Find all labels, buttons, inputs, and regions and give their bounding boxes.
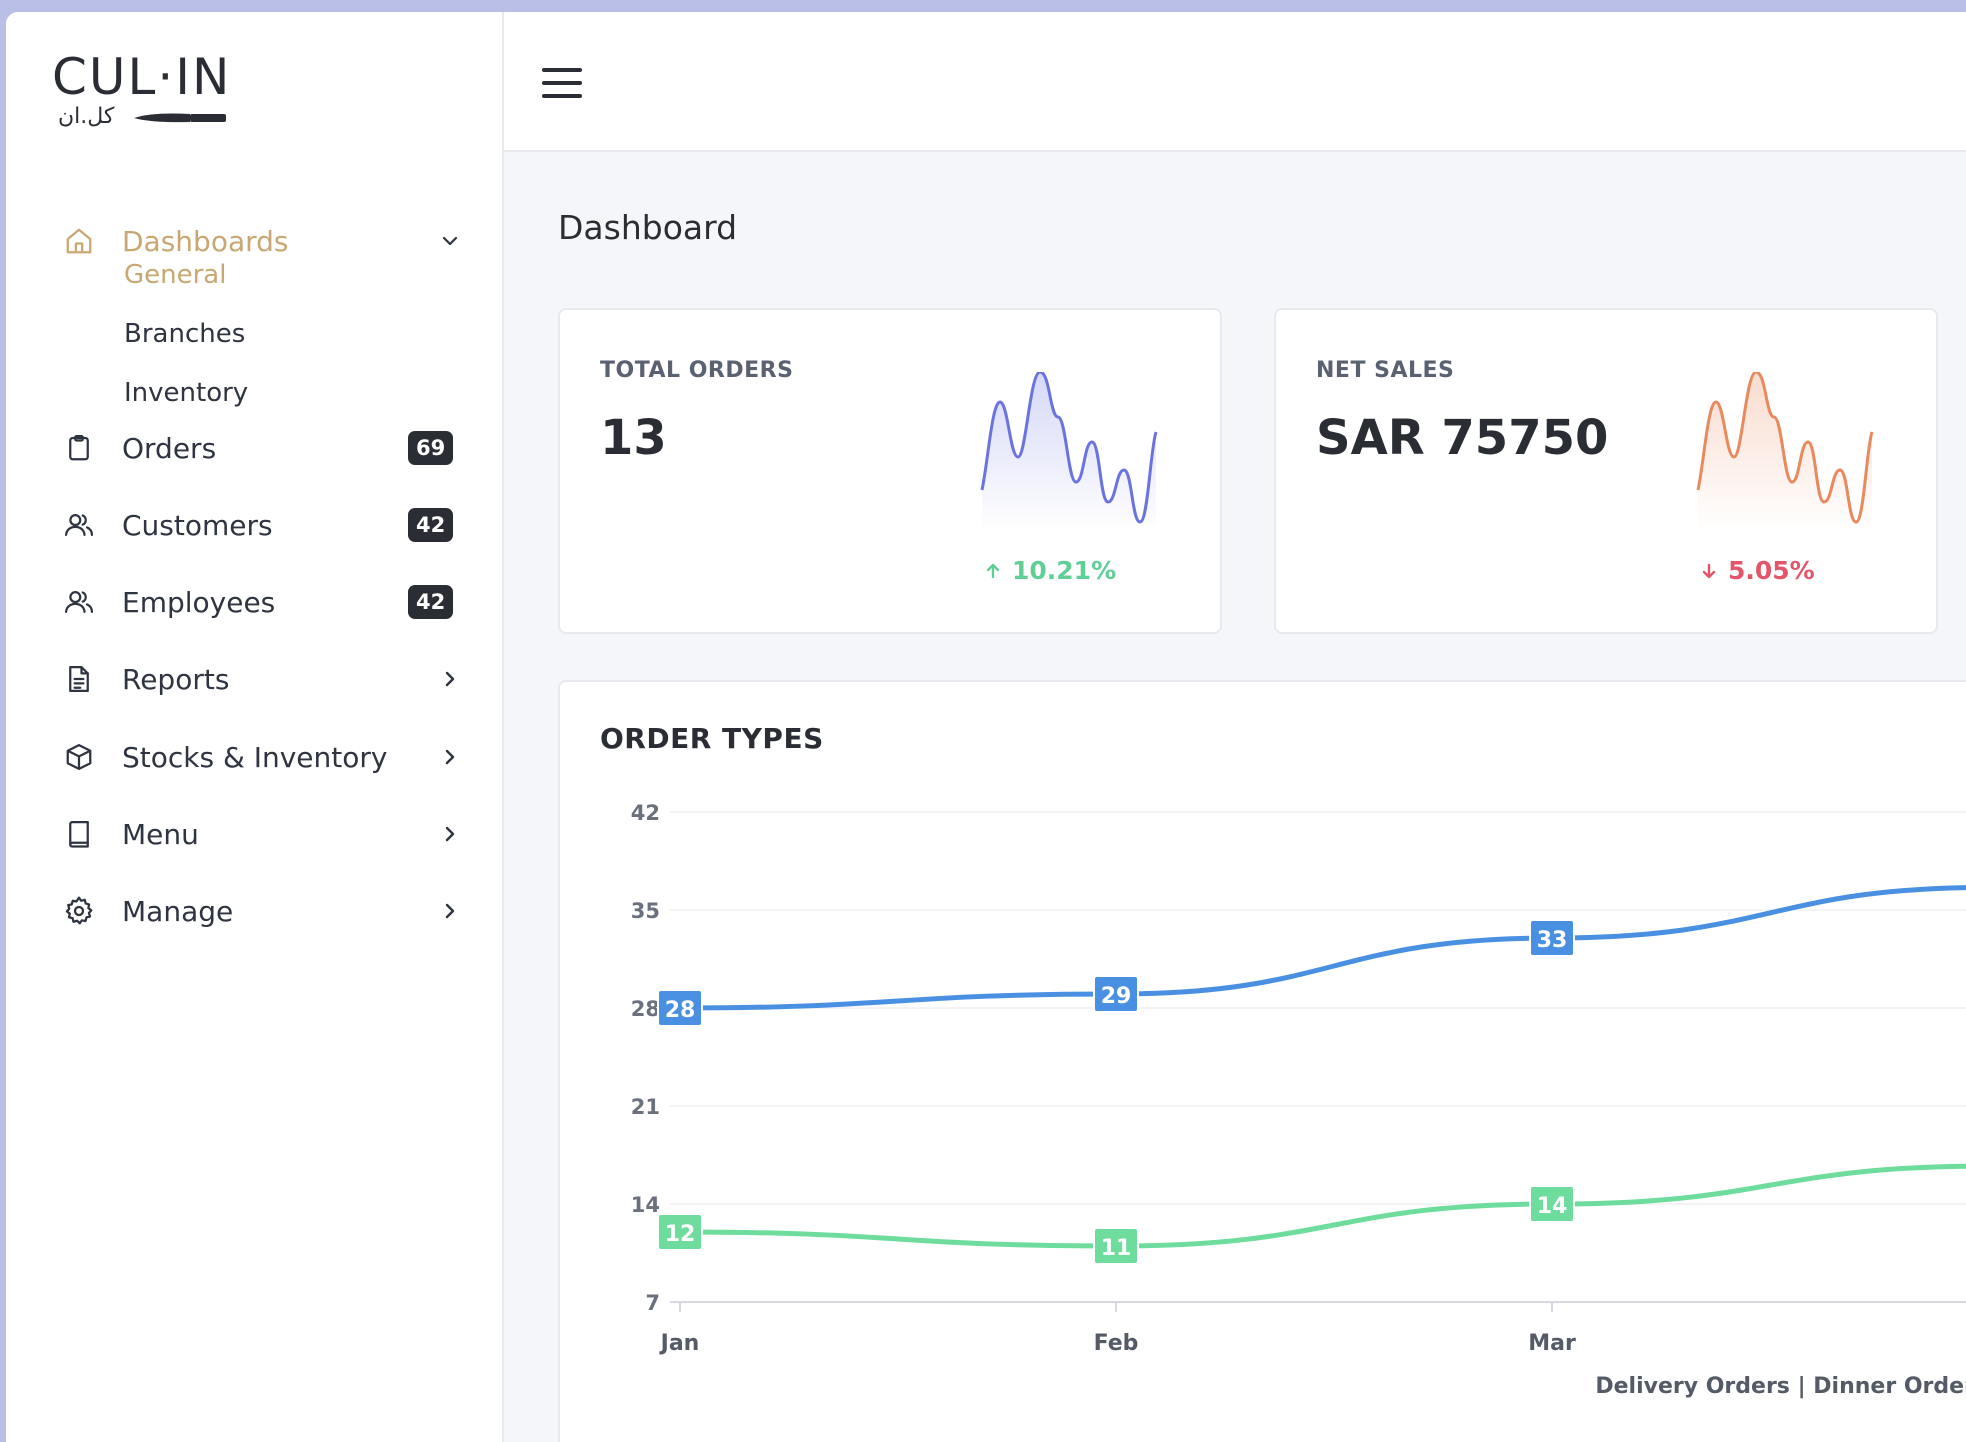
- sidebar-item-dashboards[interactable]: Dashboards: [6, 206, 502, 276]
- logo-subtext: كل.ان: [58, 104, 115, 129]
- legend-separator: |: [1797, 1374, 1814, 1399]
- y-tick-label: 35: [631, 899, 660, 923]
- home-icon: [62, 224, 96, 258]
- sidebar-item-menu[interactable]: Menu: [6, 799, 502, 869]
- y-tick-label: 21: [631, 1095, 660, 1119]
- sidebar-item-label: Employees: [122, 585, 276, 619]
- sidebar-item-label: Dashboards: [122, 224, 289, 258]
- data-label: 12: [665, 1222, 696, 1247]
- data-label: 33: [1537, 928, 1568, 953]
- arrow-up-icon: [986, 563, 1000, 578]
- trend-value: 5.05%: [1728, 556, 1815, 585]
- sidebar-item-customers[interactable]: Customers 42: [6, 490, 502, 560]
- series-line-delivery: [677, 885, 1966, 1011]
- book-icon: [62, 817, 96, 851]
- sidebar-item-label: Stocks & Inventory: [122, 740, 388, 774]
- trend-value: 10.21%: [1012, 556, 1117, 585]
- stat-card-total-orders: TOTAL ORDERS 13 10.21%: [558, 308, 1222, 634]
- sidebar-item-employees[interactable]: Employees 42: [6, 567, 502, 637]
- page-title: Dashboard: [558, 208, 738, 247]
- sparkline-net-sales: [1696, 372, 1874, 532]
- sidebar-item-label: Customers: [122, 508, 273, 542]
- clipboard-icon: [62, 431, 96, 465]
- chevron-right-icon: [445, 903, 455, 919]
- sidebar-subitem-inventory[interactable]: Inventory: [124, 378, 248, 408]
- chart-legend: Delivery Orders | Dinner Orders: [1595, 1374, 1966, 1399]
- hamburger-menu-icon[interactable]: [542, 68, 582, 100]
- sidebar-item-label: Reports: [122, 662, 230, 696]
- sidebar-item-label: Manage: [122, 894, 234, 928]
- document-icon: [62, 662, 96, 696]
- y-tick-label: 14: [631, 1193, 660, 1217]
- data-label: 14: [1537, 1194, 1568, 1219]
- y-tick-label: 28: [631, 997, 660, 1021]
- count-badge: 69: [408, 431, 454, 465]
- sidebar-subitem-general[interactable]: General: [124, 260, 226, 290]
- y-tick-label: 42: [631, 801, 660, 825]
- chevron-right-icon: [445, 749, 455, 765]
- sidebar-subitem-branches[interactable]: Branches: [124, 319, 245, 349]
- sparkline-total-orders: [980, 372, 1158, 532]
- x-tick-label: Mar: [1528, 1331, 1576, 1356]
- sidebar-item-manage[interactable]: Manage: [6, 876, 502, 946]
- sidebar: CUL·IN كل.ان Dashboards General Branches…: [6, 12, 504, 1442]
- stat-value: 13: [600, 410, 667, 466]
- data-label: 28: [665, 998, 696, 1023]
- data-label: 29: [1101, 984, 1132, 1009]
- legend-item-delivery[interactable]: Delivery Orders: [1595, 1374, 1790, 1399]
- chevron-right-icon: [445, 826, 455, 842]
- count-badge: 42: [408, 585, 454, 619]
- chevron-down-icon: [442, 236, 458, 246]
- logo-text: CUL·IN: [52, 48, 232, 106]
- sidebar-item-stocks-inventory[interactable]: Stocks & Inventory: [6, 722, 502, 792]
- stat-card-net-sales: NET SALES SAR 75750 5.05%: [1274, 308, 1938, 634]
- order-types-chart: 42 35 28 21 14 7 Jan Feb Mar 28 29 33 12 11 14: [631, 801, 1966, 1356]
- stat-label: TOTAL ORDERS: [600, 358, 794, 383]
- data-label: 11: [1101, 1236, 1132, 1261]
- trend-indicator: 5.05%: [1700, 556, 1815, 585]
- sidebar-item-orders[interactable]: Orders 69: [6, 413, 502, 483]
- top-bar: [504, 12, 1966, 152]
- sidebar-item-label: Menu: [122, 817, 199, 851]
- users-icon: [62, 508, 96, 542]
- knife-icon: [134, 113, 226, 123]
- gear-icon: [62, 894, 96, 928]
- series-line-dinner: [677, 1163, 1966, 1249]
- x-tick-label: Feb: [1094, 1331, 1139, 1356]
- chevron-right-icon: [445, 671, 455, 687]
- trend-indicator: 10.21%: [984, 556, 1116, 585]
- x-tick-label: Jan: [659, 1331, 700, 1356]
- sidebar-item-reports[interactable]: Reports: [6, 644, 502, 714]
- arrow-down-icon: [1702, 563, 1716, 578]
- order-types-card: ORDER TYPES 42 35 28 21 14 7 Jan Feb Mar 28 29 33 12…: [558, 680, 1966, 1442]
- sidebar-item-label: Orders: [122, 431, 217, 465]
- app-window: CUL·IN كل.ان Dashboards General Branches…: [6, 12, 1966, 1442]
- count-badge: 42: [408, 508, 454, 542]
- y-tick-label: 7: [645, 1291, 660, 1315]
- logo[interactable]: CUL·IN كل.ان: [52, 48, 242, 138]
- stat-value: SAR 75750: [1316, 410, 1609, 466]
- box-icon: [62, 740, 96, 774]
- legend-item-dinner[interactable]: Dinner Orders: [1813, 1374, 1966, 1399]
- users-icon: [62, 585, 96, 619]
- stat-label: NET SALES: [1316, 358, 1455, 383]
